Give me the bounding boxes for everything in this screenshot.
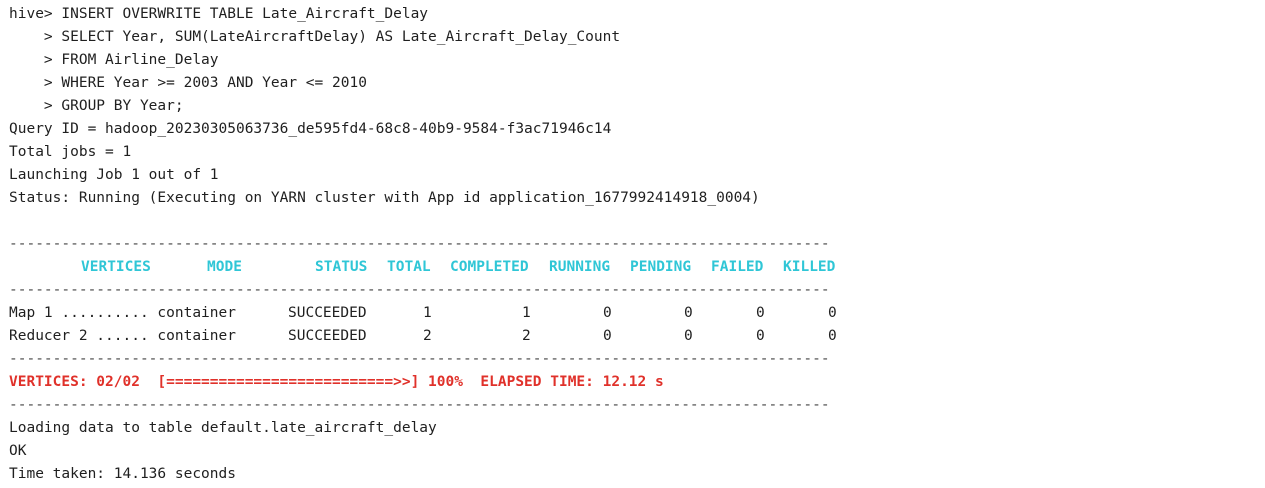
vertex-total: 1 — [423, 305, 432, 321]
result-line: Loading data to table default.late_aircr… — [9, 420, 437, 436]
launching-line: Launching Job 1 out of 1 — [9, 167, 219, 183]
vertex-status: SUCCEEDED — [288, 328, 367, 344]
progress-line: VERTICES: 02/02 [=======================… — [9, 374, 664, 390]
status-line: Status: Running (Executing on YARN clust… — [9, 190, 760, 206]
vertex-name: Reducer 2 ...... container — [9, 328, 236, 344]
separator-line: ----------------------------------------… — [9, 236, 830, 252]
table-row: Reducer 2 ...... container SUCCEEDED 2 2… — [9, 325, 1265, 348]
vertex-running: 0 — [603, 328, 612, 344]
header-completed: COMPLETED — [450, 259, 529, 275]
terminal-window[interactable]: hive> INSERT OVERWRITE TABLE Late_Aircra… — [0, 0, 1265, 488]
header-pending: PENDING — [630, 259, 692, 275]
query-line: > SELECT Year, SUM(LateAircraftDelay) AS… — [9, 29, 621, 45]
table-row: Map 1 .......... container SUCCEEDED 1 1… — [9, 302, 1265, 325]
vertex-running: 0 — [603, 305, 612, 321]
header-status: STATUS — [315, 259, 368, 275]
vertex-pending: 0 — [684, 328, 693, 344]
vertex-status: SUCCEEDED — [288, 305, 367, 321]
result-line: Time taken: 14.136 seconds — [9, 466, 236, 482]
query-line: hive> INSERT OVERWRITE TABLE Late_Aircra… — [9, 6, 429, 22]
vertex-killed: 0 — [828, 328, 837, 344]
header-running: RUNNING — [549, 259, 611, 275]
separator-line: ----------------------------------------… — [9, 397, 830, 413]
vertex-failed: 0 — [756, 305, 765, 321]
header-mode: MODE — [207, 259, 242, 275]
header-failed: FAILED — [711, 259, 764, 275]
vertex-pending: 0 — [684, 305, 693, 321]
total-jobs-line: Total jobs = 1 — [9, 144, 132, 160]
result-line: OK — [9, 443, 27, 459]
vertex-failed: 0 — [756, 328, 765, 344]
query-line: > GROUP BY Year; — [9, 98, 184, 114]
separator-line: ----------------------------------------… — [9, 282, 830, 298]
separator-line: ----------------------------------------… — [9, 351, 830, 367]
vertex-killed: 0 — [828, 305, 837, 321]
header-killed: KILLED — [783, 259, 836, 275]
vertex-completed: 1 — [522, 305, 531, 321]
query-line: > FROM Airline_Delay — [9, 52, 219, 68]
vertices-table-header: VERTICES MODE STATUS TOTAL COMPLETED RUN… — [9, 256, 1265, 279]
query-line: > WHERE Year >= 2003 AND Year <= 2010 — [9, 75, 367, 91]
vertex-completed: 2 — [522, 328, 531, 344]
header-vertices: VERTICES — [81, 259, 151, 275]
vertex-total: 2 — [423, 328, 432, 344]
vertex-name: Map 1 .......... container — [9, 305, 236, 321]
query-id-line: Query ID = hadoop_20230305063736_de595fd… — [9, 121, 612, 137]
header-total: TOTAL — [387, 259, 431, 275]
